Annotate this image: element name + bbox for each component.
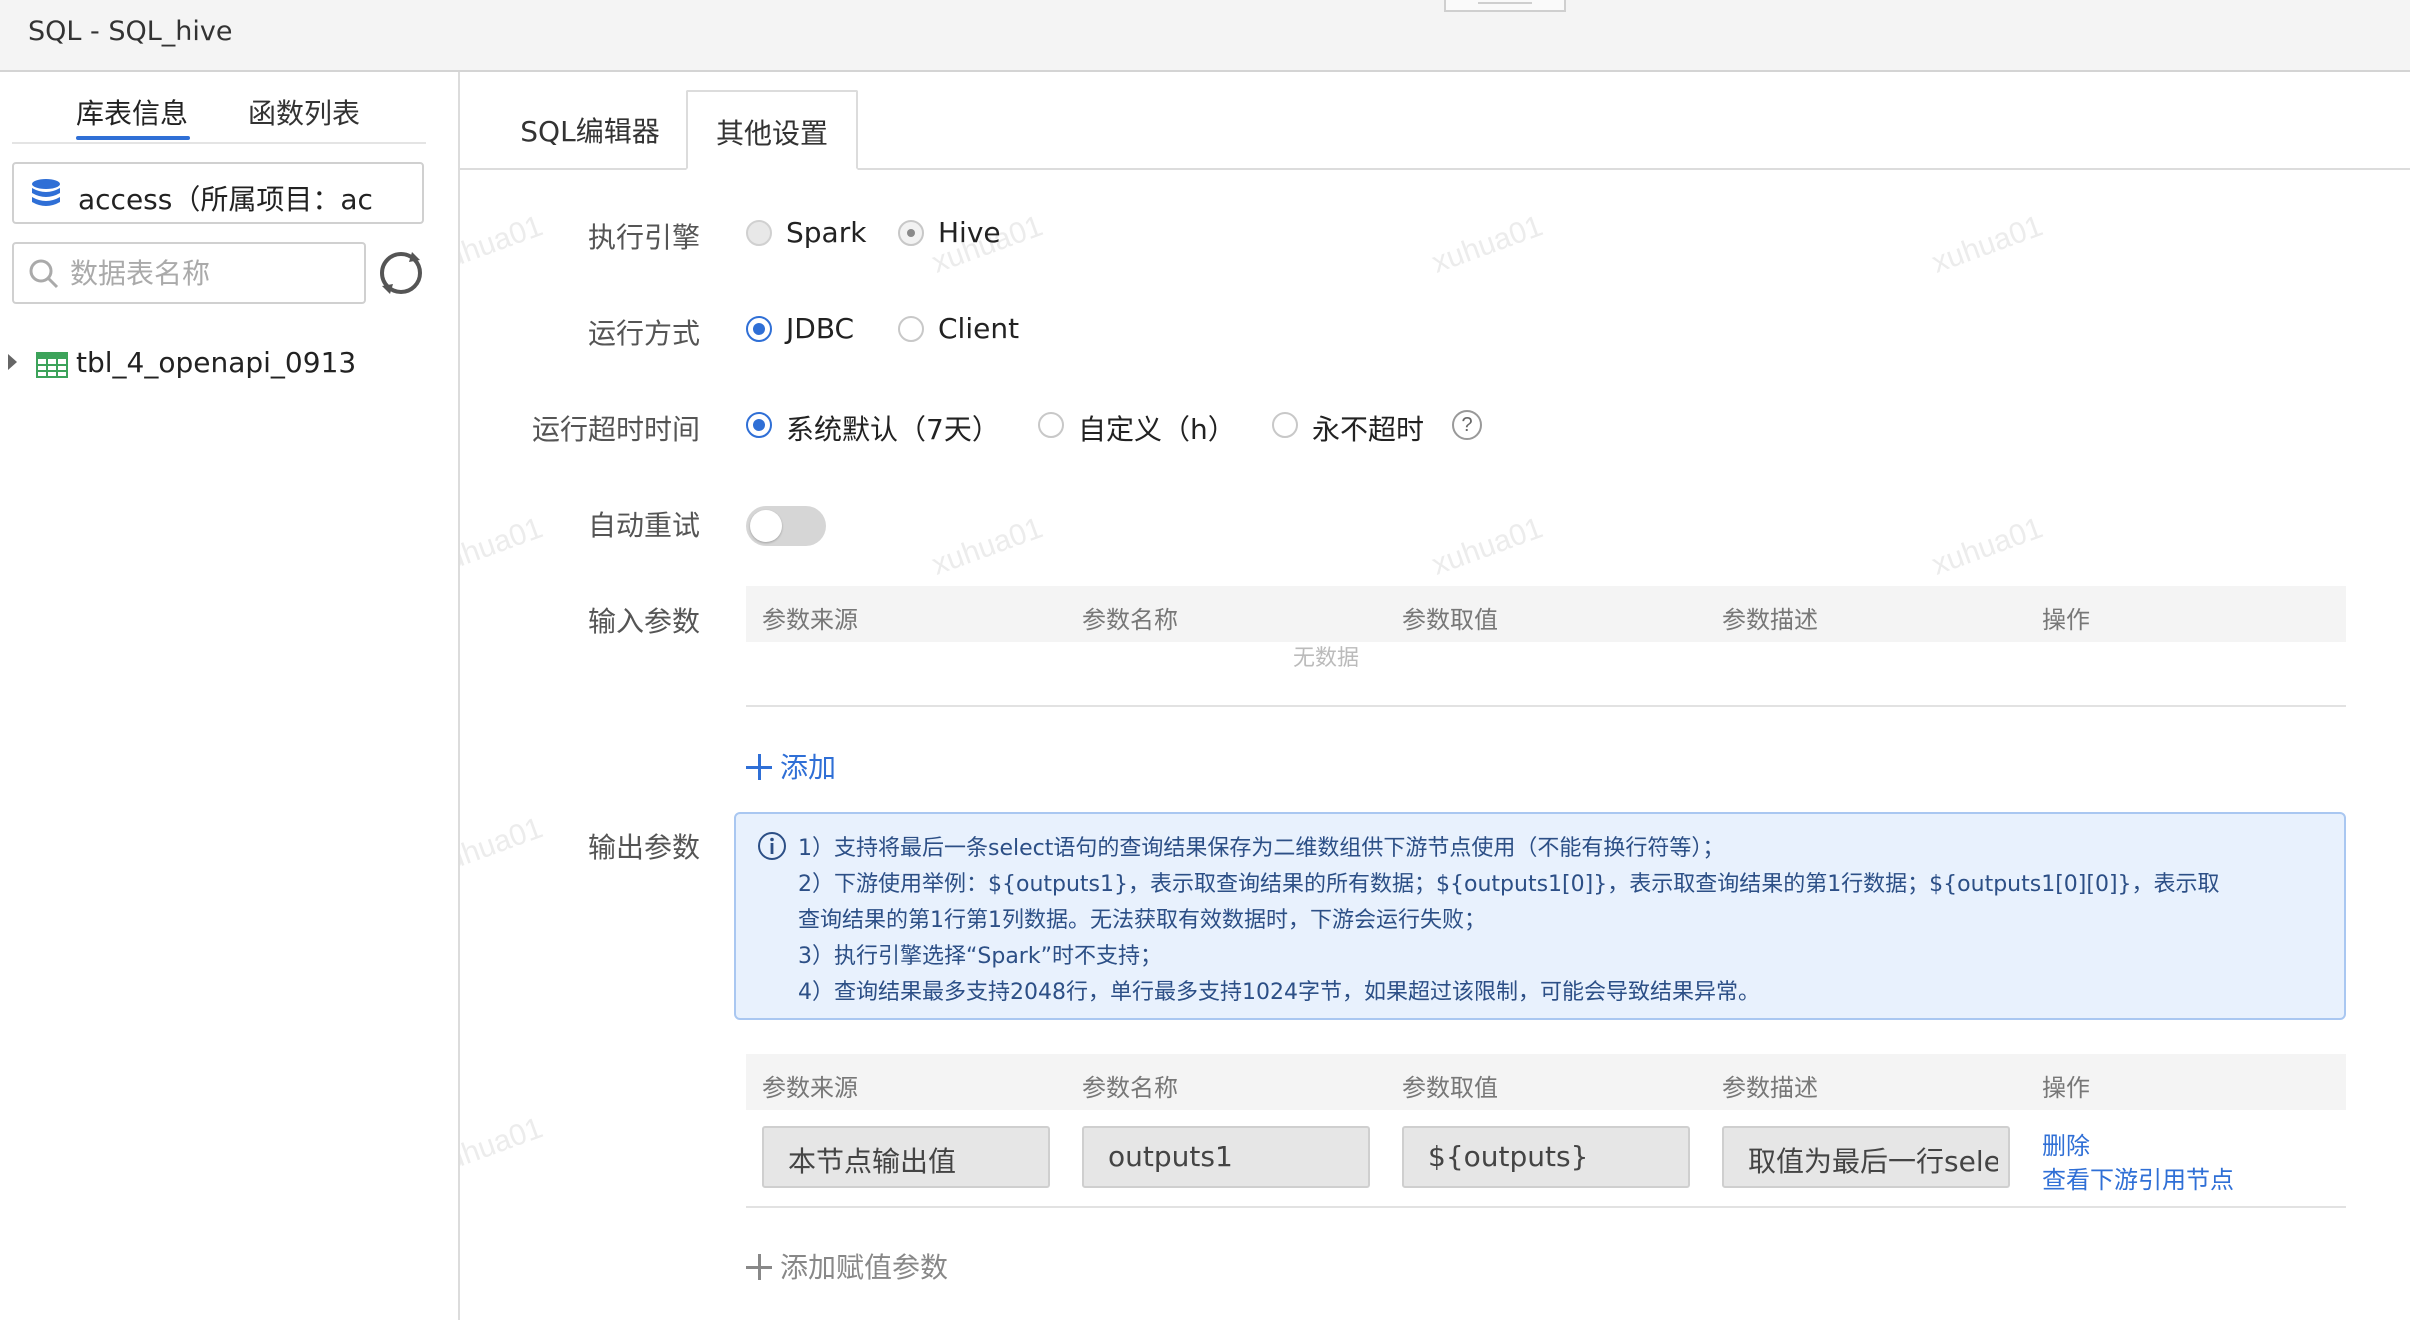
notice-line: 1）支持将最后一条select语句的查询结果保存为二维数组供下游节点使用（不能有… bbox=[798, 836, 1725, 861]
param-value-field[interactable]: ${outputs} bbox=[1402, 1126, 1690, 1188]
watermark: xuhua01 bbox=[1427, 511, 1548, 582]
auto-retry-toggle[interactable] bbox=[746, 506, 826, 546]
sidebar: 库表信息 函数列表 access（所属项目：ac 数据表名称 tbl_4_ope… bbox=[0, 72, 460, 1320]
panel-divider[interactable] bbox=[458, 72, 460, 1320]
table-search bbox=[12, 242, 366, 304]
radio-icon bbox=[1038, 412, 1064, 438]
toggle-knob bbox=[750, 510, 782, 542]
column-header: 参数描述 bbox=[1722, 606, 1818, 634]
title-bar: SQL - SQL_hive bbox=[0, 0, 2410, 72]
input-params-header: 参数来源 参数名称 参数取值 参数描述 操作 bbox=[746, 586, 2346, 642]
run-mode-label: 运行方式 bbox=[587, 317, 700, 350]
add-input-param-button[interactable]: 添加 bbox=[746, 746, 836, 786]
notice-line: 4）查询结果最多支持2048行，单行最多支持1024字节，如果超过该限制，可能会… bbox=[798, 980, 1760, 1005]
column-header: 参数来源 bbox=[762, 606, 858, 634]
sidebar-tab-divider bbox=[12, 142, 426, 144]
column-header: 参数取值 bbox=[1402, 606, 1498, 634]
input-params-label: 输入参数 bbox=[587, 605, 700, 638]
watermark: xuhua01 bbox=[927, 511, 1048, 582]
output-params-header: 参数来源 参数名称 参数取值 参数描述 操作 bbox=[746, 1054, 2346, 1110]
notice-line: 2）下游使用举例：${outputs1}，表示取查询结果的所有数据；${outp… bbox=[798, 872, 2220, 897]
column-header: 参数描述 bbox=[1722, 1074, 1818, 1102]
column-header: 操作 bbox=[2042, 1074, 2090, 1102]
empty-text: 无数据 bbox=[1292, 646, 1359, 671]
drag-handle[interactable] bbox=[1444, 0, 1566, 12]
tab-table-info[interactable]: 库表信息 bbox=[76, 92, 188, 132]
radio-icon bbox=[1272, 412, 1298, 438]
view-downstream-link[interactable]: 查看下游引用节点 bbox=[2042, 1160, 2234, 1195]
table-search-input[interactable] bbox=[68, 254, 352, 294]
watermark: xuhua01 bbox=[1927, 511, 2048, 582]
database-icon bbox=[28, 176, 64, 216]
param-description-field[interactable]: 取值为最后一行sele bbox=[1722, 1126, 2010, 1188]
radio-icon bbox=[898, 220, 924, 246]
database-selector[interactable]: access（所属项目：ac bbox=[12, 162, 424, 224]
table-bottom-border bbox=[746, 705, 2346, 707]
notice-line: 查询结果的第1行第1列数据。无法获取有效数据时，下游会运行失败； bbox=[798, 908, 1486, 933]
notice-line: 3）执行引擎选择“Spark”时不支持； bbox=[798, 944, 1162, 969]
column-header: 参数来源 bbox=[762, 1074, 858, 1102]
plus-icon bbox=[746, 754, 772, 780]
database-name: access（所属项目：ac bbox=[78, 183, 373, 216]
search-icon bbox=[28, 258, 60, 294]
radio-icon bbox=[898, 316, 924, 342]
output-params-label: 输出参数 bbox=[587, 831, 700, 864]
window-title: SQL - SQL_hive bbox=[28, 16, 233, 47]
table-name: tbl_4_openapi_0913 bbox=[76, 346, 357, 379]
param-name-field[interactable]: outputs1 bbox=[1082, 1126, 1370, 1188]
output-params-notice: 1）支持将最后一条select语句的查询结果保存为二维数组供下游节点使用（不能有… bbox=[734, 812, 2346, 1020]
param-source-field[interactable]: 本节点输出值 bbox=[762, 1126, 1050, 1188]
column-header: 操作 bbox=[2042, 606, 2090, 634]
active-tab-indicator bbox=[76, 136, 190, 140]
plus-icon bbox=[746, 1254, 772, 1280]
info-icon bbox=[756, 830, 788, 866]
column-header: 参数名称 bbox=[1082, 606, 1178, 634]
auto-retry-label: 自动重试 bbox=[587, 509, 700, 542]
refresh-icon[interactable] bbox=[376, 248, 426, 302]
column-header: 参数名称 bbox=[1082, 1074, 1178, 1102]
engine-label: 执行引擎 bbox=[587, 221, 700, 254]
expand-caret-icon[interactable] bbox=[8, 354, 17, 370]
radio-icon bbox=[746, 316, 772, 342]
timeout-label: 运行超时时间 bbox=[531, 413, 700, 446]
table-icon bbox=[36, 352, 68, 382]
table-bottom-border bbox=[746, 1206, 2346, 1208]
add-assignment-param-button[interactable]: 添加赋值参数 bbox=[746, 1246, 948, 1286]
tab-sql-editor[interactable]: SQL编辑器 bbox=[500, 90, 680, 170]
tab-function-list[interactable]: 函数列表 bbox=[248, 92, 360, 132]
watermark: xuhua01 bbox=[1927, 209, 2048, 280]
tab-other-settings[interactable]: 其他设置 bbox=[686, 90, 858, 170]
watermark: xuhua01 bbox=[1427, 209, 1548, 280]
radio-icon bbox=[746, 220, 772, 246]
radio-icon bbox=[746, 412, 772, 438]
delete-param-link[interactable]: 删除 bbox=[2042, 1126, 2090, 1161]
column-header: 参数取值 bbox=[1402, 1074, 1498, 1102]
table-tree-item[interactable]: tbl_4_openapi_0913 bbox=[0, 344, 440, 384]
help-icon[interactable]: ? bbox=[1452, 410, 1482, 440]
